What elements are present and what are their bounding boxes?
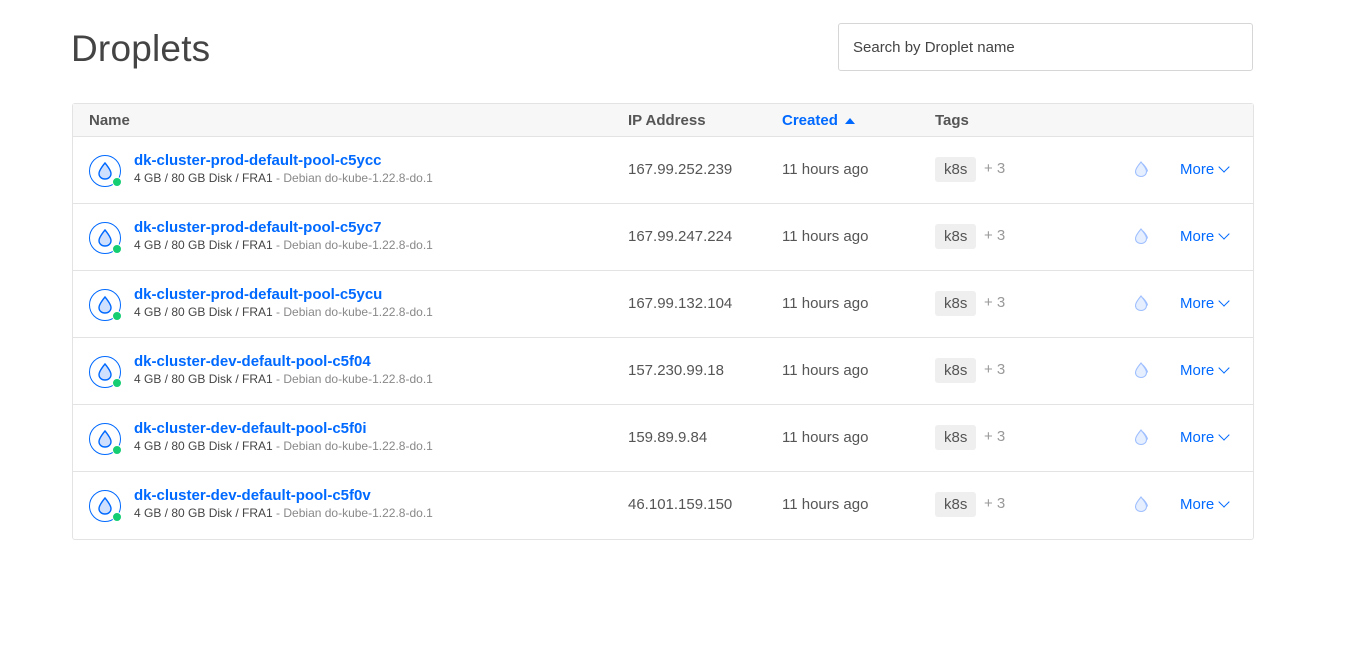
tag-more-count[interactable]: + 3 (984, 428, 1005, 445)
status-online-dot (112, 378, 122, 388)
droplet-meta: 4 GB / 80 GB Disk / FRA1 - Debian do-kub… (134, 506, 433, 520)
more-label: More (1180, 228, 1215, 245)
tag-more-count[interactable]: + 3 (984, 227, 1005, 244)
droplet-ip: 167.99.252.239 (628, 161, 733, 178)
droplet-created: 11 hours ago (782, 161, 869, 178)
droplet-name-link[interactable]: dk-cluster-prod-default-pool-c5ycc (134, 152, 382, 169)
column-header-created-label: Created (782, 112, 838, 129)
droplet-created: 11 hours ago (782, 228, 869, 245)
column-header-created[interactable]: Created (782, 112, 855, 129)
droplet-specs: 4 GB / 80 GB Disk / FRA1 (134, 171, 273, 185)
chevron-down-icon (1218, 295, 1230, 307)
droplet-ip: 167.99.132.104 (628, 295, 733, 312)
tag-badge[interactable]: k8s (935, 224, 977, 249)
more-menu-button[interactable]: More (1180, 161, 1230, 178)
more-label: More (1180, 161, 1215, 178)
droplet-specs: 4 GB / 80 GB Disk / FRA1 (134, 305, 273, 319)
more-label: More (1180, 362, 1215, 379)
chevron-down-icon (1218, 362, 1230, 374)
tag-more-count[interactable]: + 3 (984, 495, 1005, 512)
droplet-created: 11 hours ago (782, 429, 869, 446)
console-icon[interactable] (1132, 160, 1150, 178)
droplet-created: 11 hours ago (782, 496, 869, 513)
droplet-created: 11 hours ago (782, 295, 869, 312)
droplet-name-link[interactable]: dk-cluster-dev-default-pool-c5f0v (134, 487, 371, 504)
table-row: dk-cluster-prod-default-pool-c5ycu 4 GB … (73, 271, 1253, 338)
droplet-meta: 4 GB / 80 GB Disk / FRA1 - Debian do-kub… (134, 305, 433, 319)
status-online-dot (112, 244, 122, 254)
column-header-tags: Tags (935, 112, 969, 129)
droplet-meta: 4 GB / 80 GB Disk / FRA1 - Debian do-kub… (134, 238, 433, 252)
status-online-dot (112, 512, 122, 522)
more-menu-button[interactable]: More (1180, 429, 1230, 446)
page-title: Droplets (71, 28, 211, 69)
droplet-meta: 4 GB / 80 GB Disk / FRA1 - Debian do-kub… (134, 372, 433, 386)
table-row: dk-cluster-prod-default-pool-c5yc7 4 GB … (73, 204, 1253, 271)
tag-more-count[interactable]: + 3 (984, 294, 1005, 311)
chevron-down-icon (1218, 429, 1230, 441)
status-online-dot (112, 445, 122, 455)
more-label: More (1180, 429, 1215, 446)
table-row: dk-cluster-prod-default-pool-c5ycc 4 GB … (73, 137, 1253, 204)
table-header: Name IP Address Created Tags (73, 104, 1253, 137)
tag-badge[interactable]: k8s (935, 425, 977, 450)
droplet-ip: 157.230.99.18 (628, 362, 724, 379)
table-row: dk-cluster-dev-default-pool-c5f0v 4 GB /… (73, 472, 1253, 539)
droplet-name-link[interactable]: dk-cluster-dev-default-pool-c5f0i (134, 420, 367, 437)
droplet-specs: 4 GB / 80 GB Disk / FRA1 (134, 238, 273, 252)
status-online-dot (112, 311, 122, 321)
droplet-meta: 4 GB / 80 GB Disk / FRA1 - Debian do-kub… (134, 171, 433, 185)
droplet-name-link[interactable]: dk-cluster-prod-default-pool-c5yc7 (134, 219, 382, 236)
more-label: More (1180, 496, 1215, 513)
console-icon[interactable] (1132, 227, 1150, 245)
droplet-image: - Debian do-kube-1.22.8-do.1 (272, 506, 433, 520)
droplet-image: - Debian do-kube-1.22.8-do.1 (272, 171, 433, 185)
column-header-name[interactable]: Name (89, 112, 130, 129)
droplet-created: 11 hours ago (782, 362, 869, 379)
status-online-dot (112, 177, 122, 187)
droplet-specs: 4 GB / 80 GB Disk / FRA1 (134, 372, 273, 386)
tag-badge[interactable]: k8s (935, 291, 977, 316)
tag-badge[interactable]: k8s (935, 157, 977, 182)
sort-ascending-icon (844, 117, 855, 124)
droplet-specs: 4 GB / 80 GB Disk / FRA1 (134, 439, 273, 453)
droplets-table: Name IP Address Created Tags dk-cluster-… (72, 103, 1254, 540)
chevron-down-icon (1218, 161, 1230, 173)
column-header-ip[interactable]: IP Address (628, 112, 706, 129)
search-box[interactable] (838, 23, 1253, 71)
console-icon[interactable] (1132, 428, 1150, 446)
droplet-name-link[interactable]: dk-cluster-dev-default-pool-c5f04 (134, 353, 371, 370)
more-menu-button[interactable]: More (1180, 295, 1230, 312)
tag-badge[interactable]: k8s (935, 492, 977, 517)
tag-badge[interactable]: k8s (935, 358, 977, 383)
droplet-name-link[interactable]: dk-cluster-prod-default-pool-c5ycu (134, 286, 382, 303)
more-menu-button[interactable]: More (1180, 496, 1230, 513)
chevron-down-icon (1218, 228, 1230, 240)
search-input[interactable] (839, 24, 1252, 70)
chevron-down-icon (1218, 496, 1230, 508)
droplet-ip: 167.99.247.224 (628, 228, 733, 245)
more-menu-button[interactable]: More (1180, 228, 1230, 245)
droplet-ip: 46.101.159.150 (628, 496, 733, 513)
droplet-image: - Debian do-kube-1.22.8-do.1 (272, 372, 433, 386)
more-menu-button[interactable]: More (1180, 362, 1230, 379)
console-icon[interactable] (1132, 361, 1150, 379)
more-label: More (1180, 295, 1215, 312)
table-row: dk-cluster-dev-default-pool-c5f0i 4 GB /… (73, 405, 1253, 472)
tag-more-count[interactable]: + 3 (984, 361, 1005, 378)
droplet-image: - Debian do-kube-1.22.8-do.1 (272, 439, 433, 453)
droplet-meta: 4 GB / 80 GB Disk / FRA1 - Debian do-kub… (134, 439, 433, 453)
table-row: dk-cluster-dev-default-pool-c5f04 4 GB /… (73, 338, 1253, 405)
droplet-ip: 159.89.9.84 (628, 429, 708, 446)
droplet-image: - Debian do-kube-1.22.8-do.1 (272, 238, 433, 252)
console-icon[interactable] (1132, 294, 1150, 312)
droplet-image: - Debian do-kube-1.22.8-do.1 (272, 305, 433, 319)
table-body: dk-cluster-prod-default-pool-c5ycc 4 GB … (73, 137, 1253, 539)
tag-more-count[interactable]: + 3 (984, 160, 1005, 177)
console-icon[interactable] (1132, 495, 1150, 513)
droplet-specs: 4 GB / 80 GB Disk / FRA1 (134, 506, 273, 520)
